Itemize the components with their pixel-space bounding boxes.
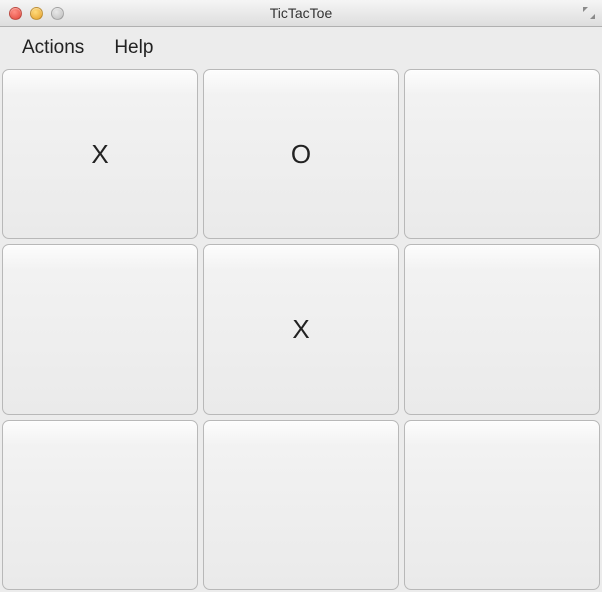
cell-2-0[interactable] xyxy=(2,420,198,590)
fullscreen-icon[interactable] xyxy=(582,6,596,20)
cell-mark: O xyxy=(291,139,311,170)
cell-1-2[interactable] xyxy=(404,244,600,414)
close-button[interactable] xyxy=(9,7,22,20)
menubar: Actions Help xyxy=(0,27,602,69)
cell-0-1[interactable]: O xyxy=(203,69,399,239)
window-title: TicTacToe xyxy=(270,5,333,21)
cell-mark: X xyxy=(91,139,108,170)
titlebar: TicTacToe xyxy=(0,0,602,27)
menu-help[interactable]: Help xyxy=(114,37,153,59)
zoom-button[interactable] xyxy=(51,7,64,20)
cell-0-0[interactable]: X xyxy=(2,69,198,239)
cell-0-2[interactable] xyxy=(404,69,600,239)
cell-1-1[interactable]: X xyxy=(203,244,399,414)
cell-2-1[interactable] xyxy=(203,420,399,590)
minimize-button[interactable] xyxy=(30,7,43,20)
cell-1-0[interactable] xyxy=(2,244,198,414)
traffic-lights xyxy=(0,7,64,20)
cell-2-2[interactable] xyxy=(404,420,600,590)
cell-mark: X xyxy=(292,314,309,345)
menu-actions[interactable]: Actions xyxy=(22,37,84,59)
game-board: X O X xyxy=(0,69,602,592)
